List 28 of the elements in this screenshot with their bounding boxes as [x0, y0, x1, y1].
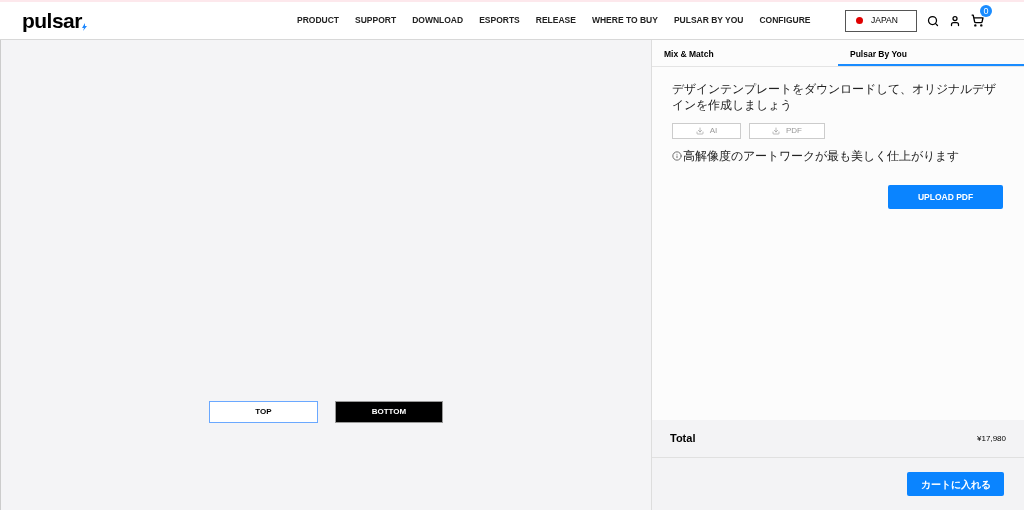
nav-link[interactable]: PRODUCT: [297, 14, 340, 27]
nav-link[interactable]: CONFIGURE: [759, 14, 811, 27]
upload-button[interactable]: UPLOAD PDF: [888, 185, 1003, 209]
logo[interactable]: pulsar: [22, 10, 282, 31]
nav-link[interactable]: SUPPORT: [355, 14, 397, 27]
nav-link[interactable]: DOWNLOAD: [412, 14, 464, 27]
nav-link[interactable]: ESPORTS: [479, 14, 520, 27]
search-icon[interactable]: [927, 14, 939, 27]
total-price: ¥17,980: [977, 432, 1006, 445]
tab[interactable]: Mix & Match: [652, 40, 838, 66]
nav-link[interactable]: PULSAR BY YOU: [673, 14, 744, 27]
cart-icon[interactable]: [971, 14, 984, 27]
notice-text: 高解像度のアートワークが最も美しく仕上がります: [683, 148, 959, 165]
cart-badge: 0: [980, 5, 992, 17]
instruction-text: デザインテンプレートをダウンロードして、オリジナルデザインを作成しましょう: [672, 81, 997, 113]
logo-mark-icon: [81, 23, 87, 31]
tab[interactable]: Pulsar By You: [838, 40, 1024, 66]
total-label: Total: [670, 431, 696, 447]
info-icon: [672, 151, 682, 161]
country-select[interactable]: JAPAN: [845, 9, 917, 32]
download-icon: [695, 127, 704, 135]
view-tab[interactable]: BOTTOM: [335, 401, 443, 423]
download-icon: [772, 127, 780, 135]
add-to-cart-button[interactable]: カートに入れる: [907, 472, 1004, 496]
nav-link[interactable]: WHERE TO BUY: [591, 14, 658, 27]
user-icon[interactable]: [949, 14, 961, 27]
nav-link[interactable]: RELEASE: [535, 14, 576, 27]
view-tab[interactable]: TOP: [209, 401, 318, 423]
